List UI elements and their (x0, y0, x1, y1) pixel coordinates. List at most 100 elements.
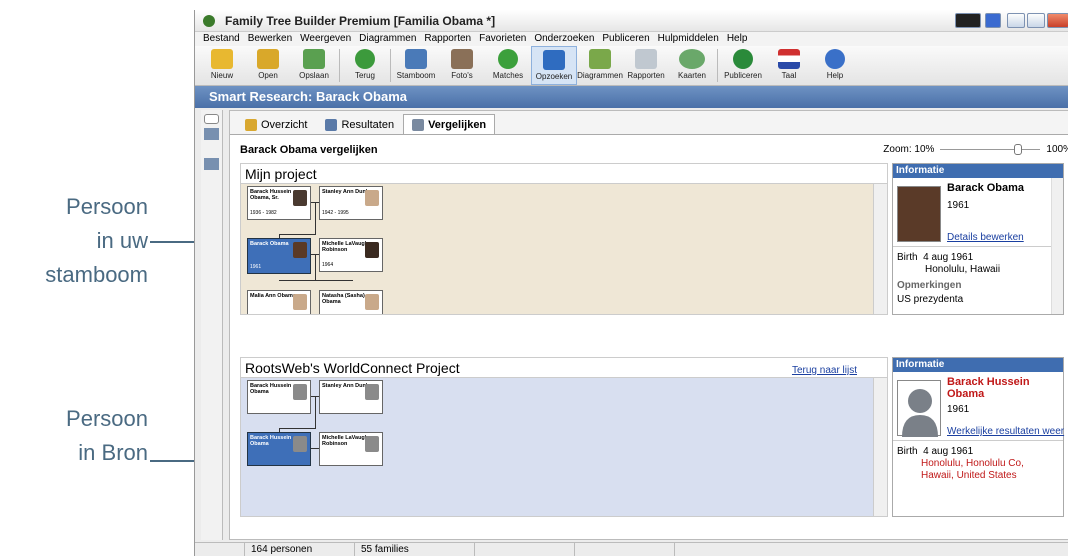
status-families: 55 families (355, 543, 475, 556)
tree-connector (311, 448, 319, 449)
person-name: Malia Ann Obama (250, 293, 296, 299)
tree-view-icon[interactable] (204, 158, 219, 170)
my-project-tree[interactable]: Barack Hussein Obama, Sr. 1936 - 1982 Sta… (241, 184, 887, 314)
person-card[interactable]: Natasha (Sasha) Obama (319, 290, 383, 314)
toolbar-charts-button[interactable]: Diagrammen (577, 46, 623, 85)
person-card[interactable]: Malia Ann Obama (247, 290, 311, 314)
toolbar-search-button[interactable]: Opzoeken (531, 46, 577, 85)
tab-results[interactable]: Resultaten (316, 114, 403, 134)
info-header: Informatie (893, 164, 1063, 178)
maximize-button[interactable] (1027, 13, 1045, 28)
menu-favorieten[interactable]: Favorieten (475, 32, 530, 46)
source-title: RootsWeb's WorldConnect Project (245, 360, 460, 376)
person-card[interactable]: Stanley Ann Dunham 1942 - 1995 (319, 186, 383, 220)
tree-scrollbar[interactable] (873, 184, 887, 314)
toolbar: Nieuw Open Opslaan Terug Stamboom Foto's… (195, 46, 1068, 86)
person-years: 1936 - 1982 (250, 210, 277, 216)
callout-line-2: in uw (96, 228, 148, 253)
status-cell (475, 543, 575, 556)
toolbar-save-button[interactable]: Opslaan (291, 46, 337, 85)
help-window-icon[interactable] (985, 13, 1001, 28)
toolbar-publish-button[interactable]: Publiceren (720, 46, 766, 85)
keyboard-icon[interactable] (955, 13, 981, 28)
search-arrow-icon (543, 50, 565, 70)
tree-scrollbar[interactable] (873, 378, 887, 516)
toolbar-tree-button[interactable]: Stamboom (393, 46, 439, 85)
birth-label: Birth (897, 446, 918, 457)
reports-icon (635, 49, 657, 69)
results-icon (325, 118, 338, 131)
menu-onderzoeken[interactable]: Onderzoeken (530, 32, 598, 46)
toolbar-label: Nieuw (210, 71, 234, 80)
toolbar-separator (717, 49, 718, 82)
callout-person-in-tree: Persoon in uw stamboom (0, 190, 148, 292)
person-photo (365, 190, 379, 206)
person-card[interactable]: Michelle LaVaughn Robinson 1964 (319, 238, 383, 272)
window-title: Family Tree Builder Premium [Familia Oba… (225, 14, 496, 28)
menu-hulpmiddelen[interactable]: Hulpmiddelen (654, 32, 723, 46)
person-photo (365, 242, 379, 258)
menu-bestand[interactable]: Bestand (199, 32, 244, 46)
compare-icon (412, 118, 425, 131)
left-side-strip (201, 110, 223, 540)
birth-row: Birth 4 aug 1961 (897, 446, 973, 458)
toolbar-matches-button[interactable]: Matches (485, 46, 531, 85)
minimize-button[interactable] (1007, 13, 1025, 28)
list-view-icon[interactable] (204, 128, 219, 140)
title-bar: Family Tree Builder Premium [Familia Oba… (195, 10, 1068, 32)
toolbar-back-button[interactable]: Terug (342, 46, 388, 85)
toolbar-language-button[interactable]: Taal (766, 46, 812, 85)
toolbar-open-button[interactable]: Open (245, 46, 291, 85)
menu-diagrammen[interactable]: Diagrammen (355, 32, 420, 46)
expand-toggle-icon[interactable] (204, 114, 219, 124)
menu-bewerken[interactable]: Bewerken (244, 32, 296, 46)
person-name: Barack Hussein Obama (250, 383, 292, 395)
person-name: Barack Obama (250, 241, 289, 247)
menu-bar: Bestand Bewerken Weergeven Diagrammen Ra… (195, 32, 1068, 46)
toolbar-new-button[interactable]: Nieuw (199, 46, 245, 85)
toolbar-label: Diagrammen (577, 71, 623, 80)
toolbar-maps-button[interactable]: Kaarten (669, 46, 715, 85)
person-card-selected[interactable]: Barack Hussein Obama (247, 432, 311, 466)
app-window: Family Tree Builder Premium [Familia Oba… (194, 10, 1068, 556)
menu-help[interactable]: Help (723, 32, 752, 46)
zoom-slider-handle[interactable] (1014, 144, 1023, 155)
matches-icon (498, 49, 518, 69)
callout-line-3: stamboom (45, 262, 148, 287)
edit-details-link[interactable]: Details bewerken (947, 232, 1024, 243)
person-card[interactable]: Barack Hussein Obama (247, 380, 311, 414)
close-button[interactable] (1047, 13, 1068, 28)
tab-bar: Overzicht Resultaten Vergelijken (230, 111, 1068, 135)
toolbar-photos-button[interactable]: Foto's (439, 46, 485, 85)
divider (893, 440, 1063, 441)
callout-line-1: Persoon (66, 406, 148, 431)
source-header: RootsWeb's WorldConnect Project Terug na… (241, 358, 887, 378)
silhouette-icon (293, 436, 307, 452)
tab-compare[interactable]: Vergelijken (403, 114, 496, 134)
tree-connector (279, 234, 316, 235)
open-folder-icon (257, 49, 279, 69)
view-results-link[interactable]: Werkelijke resultaten weer (947, 426, 1064, 437)
menu-rapporten[interactable]: Rapporten (420, 32, 475, 46)
zoom-label: Zoom: 10% (883, 144, 935, 155)
birth-date: 4 aug 1961 (923, 446, 974, 457)
callout-line-2: in Bron (78, 440, 148, 465)
zoom-slider[interactable] (940, 144, 1041, 155)
back-arrow-icon (355, 49, 375, 69)
toolbar-label: Opzoeken (535, 72, 573, 81)
person-card[interactable]: Barack Hussein Obama, Sr. 1936 - 1982 (247, 186, 311, 220)
language-flag-icon (778, 49, 800, 69)
toolbar-label: Publiceren (724, 71, 762, 80)
tab-overview[interactable]: Overzicht (236, 114, 316, 134)
person-card[interactable]: Stanley Ann Dunham (319, 380, 383, 414)
person-card[interactable]: Michelle LaVaughn Robinson (319, 432, 383, 466)
toolbar-help-button[interactable]: Help (812, 46, 858, 85)
toolbar-label: Matches (492, 71, 524, 80)
person-card-selected[interactable]: Barack Obama 1961 (247, 238, 311, 274)
menu-weergeven[interactable]: Weergeven (296, 32, 355, 46)
info-person-year: 1961 (947, 200, 970, 211)
source-tree[interactable]: Barack Hussein Obama Stanley Ann Dunham … (241, 378, 887, 516)
toolbar-reports-button[interactable]: Rapporten (623, 46, 669, 85)
info-scrollbar[interactable] (1051, 178, 1063, 314)
menu-publiceren[interactable]: Publiceren (598, 32, 653, 46)
